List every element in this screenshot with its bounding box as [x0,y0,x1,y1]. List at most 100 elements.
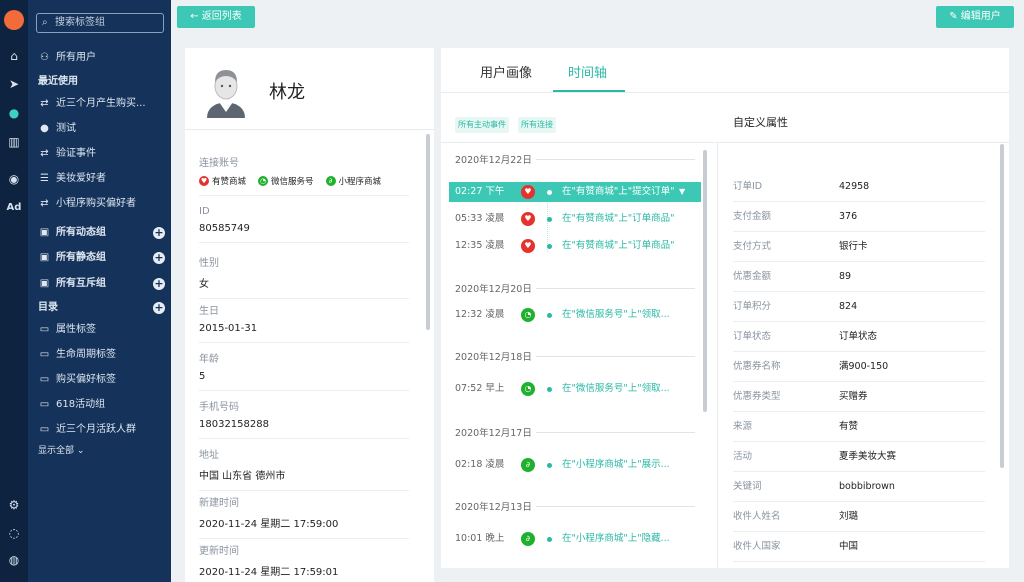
sidebar-group-static[interactable]: ▣ 所有静态组 + [28,247,171,269]
timeline-dot [547,313,552,318]
field-label: 性别 [199,258,219,269]
attribute-value: 中国 [839,541,859,552]
timeline-date-text: 2020年12月22日 [455,155,532,166]
field-label: 更新时间 [199,546,239,557]
attribute-row: 订单状态 订单状态 [733,322,985,352]
home-icon[interactable]: ⌂ [0,48,28,64]
filter-chip-active-events[interactable]: 所有主动事件 [455,117,509,133]
attribute-value: 42958 [839,181,870,192]
loop-icon: ⇄ [40,148,49,159]
timeline-event[interactable]: 02:18 凌晨 ∂ 在"小程序商城"上"展示... [449,455,701,475]
sidebar-item-recent[interactable]: ⇄ 小程序购买偏好者 [28,193,171,215]
search-input[interactable]: ⌕ 搜索标签组 [36,13,164,33]
timeline-date: 2020年12月17日 [455,425,695,439]
timeline-date-text: 2020年12月17日 [455,428,532,439]
attribute-key: 优惠券类型 [733,391,781,402]
divider [185,129,434,130]
chevron-down-icon: ⌄ [74,446,85,456]
show-all-link[interactable]: 显示全部 ⌄ [28,440,171,462]
back-to-list-button[interactable]: ← 返回列表 [177,6,255,28]
sidebar-item-recent[interactable]: ☰ 美妆爱好者 [28,168,171,190]
divider [535,431,695,433]
attribute-row: 优惠金额 89 [733,262,985,292]
field-value: 2020-11-24 星期二 17:59:00 [199,519,339,530]
sidebar-item-recent[interactable]: ⇄ 近三个月产生购买... [28,93,171,115]
scrollbar[interactable] [426,134,430,330]
thumb-icon: ♥ [521,212,535,226]
bar-chart-icon[interactable]: ▥ [0,134,28,150]
field-phone: 手机号码 18032158288 [199,398,409,439]
attribute-value: 银行卡 [839,241,868,252]
attribute-value: 有赞 [839,421,859,432]
add-group-button[interactable]: + [153,227,165,239]
profile-card: 林龙 连接账号 ♥ 有赞商城 ◔ 微信服务号 ∂ 小程序商城 ID 80585749 性… [185,48,434,582]
sidebar-folder[interactable]: ▭ 生命周期标签 [28,344,171,366]
timeline-event[interactable]: 10:01 晚上 ∂ 在"小程序商城"上"隐藏... [449,529,701,549]
timeline-scrollbar[interactable] [703,150,707,412]
field-birthday: 生日 2015-01-31 [199,302,409,343]
field-value: 5 [199,371,206,382]
field-value: 2020-11-24 星期二 17:59:01 [199,567,339,578]
field-label: 连接账号 [199,158,239,169]
event-time: 02:18 凌晨 [455,459,505,470]
account-avatar-icon[interactable]: ◍ [0,552,28,568]
linked-account-name: 有赞商城 [212,177,247,187]
timeline-event[interactable]: 07:52 早上 ◔ 在"微信服务号"上"领取... [449,379,701,399]
field-value: 2015-01-31 [199,323,258,334]
field-value: 80585749 [199,223,250,234]
add-group-button[interactable]: + [153,252,165,264]
sidebar-item-recent[interactable]: ⇄ 验证事件 [28,143,171,165]
timeline-dot [547,463,552,468]
ad-icon[interactable]: Ad [0,200,28,216]
attribute-value: 订单状态 [839,331,878,342]
attributes-scrollbar[interactable] [1000,144,1004,468]
add-folder-button[interactable]: + [153,302,165,314]
timeline-event[interactable]: 12:35 凌晨 ♥ 在"有赞商城"上"订单商品" [449,236,701,256]
timeline-dot [547,387,552,392]
sidebar-folder[interactable]: ▭ 购买偏好标签 [28,369,171,391]
send-icon[interactable]: ➤ [0,76,28,92]
sidebar-item-all-users[interactable]: ⚇ 所有用户 [28,47,171,69]
sidebar-folder[interactable]: ▭ 618活动组 [28,394,171,416]
sidebar-item-recent[interactable]: ● 测试 [28,118,171,140]
sidebar-group-exclusive[interactable]: ▣ 所有互斥组 + [28,273,171,295]
timeline-dot [547,190,552,195]
wechat-icon: ◔ [258,176,269,186]
help-icon[interactable]: ◌ [0,525,28,541]
attribute-row: 优惠券名称 满900-150 [733,352,985,382]
field-label: 年龄 [199,354,219,365]
field-label: ID [199,206,210,217]
tab-timeline[interactable]: 时间轴 [568,62,607,81]
linked-accounts: 连接账号 ♥ 有赞商城 ◔ 微信服务号 ∂ 小程序商城 [199,154,409,196]
users-icon: ⚇ [40,52,49,63]
attribute-row: 收件人国家 中国 [733,532,985,562]
tab-user-profile[interactable]: 用户画像 [480,62,532,81]
sidebar-folder[interactable]: ▭ 近三个月活跃人群 [28,419,171,441]
linked-account-wechat: ◔ 微信服务号 [258,175,314,187]
divider [535,505,695,507]
event-text: 在"微信服务号"上"领取... [562,309,670,320]
thumb-icon: ♥ [521,185,535,199]
edit-user-button[interactable]: ✎ 编辑用户 [936,6,1014,28]
add-group-button[interactable]: + [153,278,165,290]
timeline-dot [547,217,552,222]
event-text: 在"小程序商城"上"隐藏... [562,533,670,544]
sidebar-group-dynamic[interactable]: ▣ 所有动态组 + [28,222,171,244]
chat-icon[interactable]: ◉ [0,171,28,187]
attribute-value: 刘璐 [839,511,859,522]
user-icon[interactable]: ● [0,105,28,121]
event-time: 12:35 凌晨 [455,240,505,251]
attribute-key: 订单积分 [733,301,772,312]
timeline-event[interactable]: 12:32 凌晨 ◔ 在"微信服务号"上"领取... [449,305,701,325]
attribute-row: 支付方式 银行卡 [733,232,985,262]
divider [199,242,409,243]
attribute-row: 支付金额 376 [733,202,985,232]
sidebar-folder[interactable]: ▭ 属性标签 [28,319,171,341]
user-circle-icon: ● [40,123,49,134]
timeline-event[interactable]: 02:27 下午 ♥ 在"有赞商城"上"提交订单" ▼ [449,182,701,202]
gear-icon[interactable]: ⚙ [0,497,28,513]
linked-account-name: 小程序商城 [338,177,382,187]
timeline-event[interactable]: 05:33 凌晨 ♥ 在"有赞商城"上"订单商品" [449,209,701,229]
filter-chip-all-connections[interactable]: 所有连接 [518,117,556,133]
attribute-key: 活动 [733,451,753,462]
